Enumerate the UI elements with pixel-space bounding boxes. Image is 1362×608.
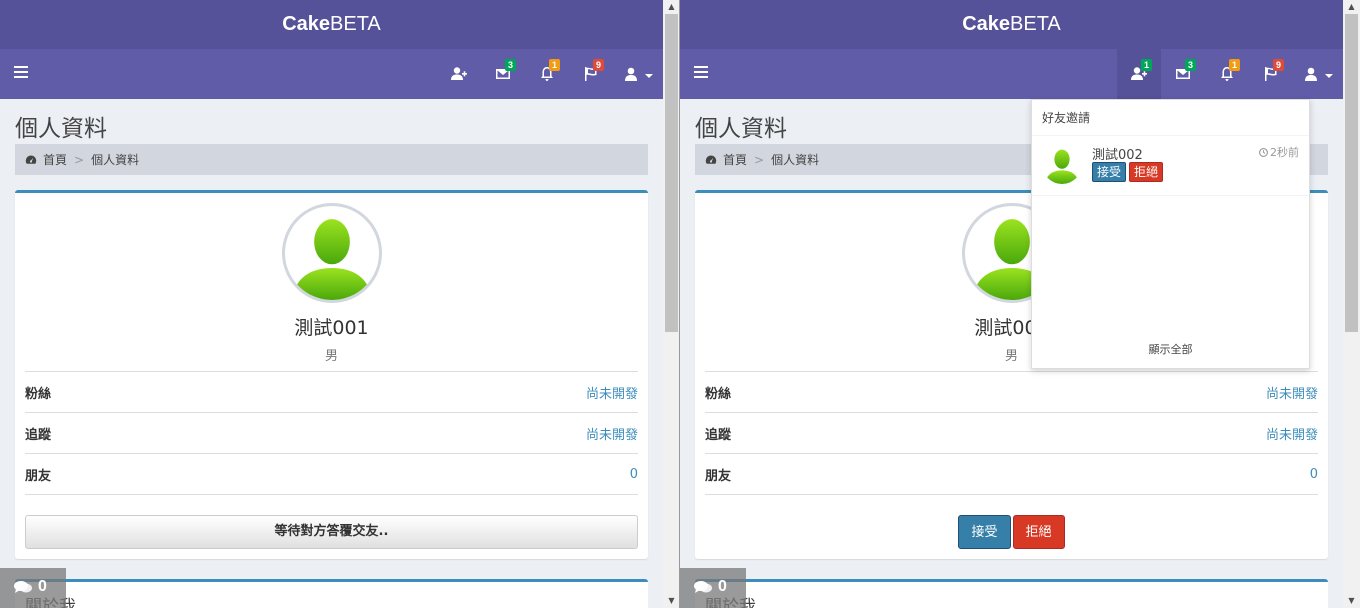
- about-title: 關於我: [705, 592, 1318, 608]
- avatar: [281, 203, 382, 303]
- scroll-thumb[interactable]: [665, 14, 678, 332]
- scroll-down-arrow[interactable]: ▼: [663, 594, 680, 608]
- stat-following-value[interactable]: 尚未開發: [586, 424, 638, 443]
- chat-count: 0: [38, 578, 47, 595]
- about-box: 關於我: [15, 579, 648, 608]
- friend-request-item[interactable]: 測試002 2秒前 接受 拒絕: [1032, 136, 1309, 196]
- breadcrumb-current: 個人資料: [91, 153, 140, 167]
- left-scrollbar[interactable]: ▲ ▼: [663, 0, 680, 608]
- stat-friends: 朋友 0: [25, 454, 638, 495]
- user-icon: [1305, 67, 1317, 81]
- notifications-badge: 1: [1229, 59, 1241, 71]
- stat-friends-value[interactable]: 0: [1310, 467, 1318, 482]
- right-pane: CakeBETA 1 3 1 9 個人資料 首頁 > 個人資料 測試001 男 …: [680, 0, 1343, 608]
- comments-icon: [694, 581, 712, 593]
- chat-count: 0: [718, 578, 727, 595]
- scroll-thumb[interactable]: [1345, 14, 1358, 332]
- notifications-button[interactable]: 1: [525, 49, 569, 99]
- request-reject-button[interactable]: 拒絕: [1129, 162, 1164, 182]
- scroll-down-arrow[interactable]: ▼: [1343, 594, 1360, 608]
- friend-requests-button[interactable]: 1: [1117, 49, 1161, 99]
- caret-down-icon: [645, 74, 653, 78]
- friend-requests-button[interactable]: [437, 49, 481, 99]
- notifications-button[interactable]: 1: [1205, 49, 1249, 99]
- dropdown-header: 好友邀請: [1032, 100, 1309, 136]
- navbar: 3 1 9: [0, 49, 663, 99]
- stat-followers: 粉絲 尚未開發: [705, 372, 1318, 413]
- profile-username: 測試001: [294, 317, 369, 339]
- breadcrumb-home[interactable]: 首頁: [25, 151, 67, 168]
- stat-friends-value[interactable]: 0: [630, 467, 638, 482]
- flags-button[interactable]: 9: [1249, 49, 1293, 99]
- stat-following-value[interactable]: 尚未開發: [1266, 424, 1318, 443]
- breadcrumb-current: 個人資料: [771, 153, 820, 167]
- caret-down-icon: [1325, 74, 1333, 78]
- brand-logo[interactable]: CakeBETA: [0, 0, 663, 49]
- navbar: 1 3 1 9: [680, 49, 1343, 99]
- bars-icon[interactable]: [14, 66, 28, 80]
- messages-button[interactable]: 3: [481, 49, 525, 99]
- profile-gender: 男: [324, 349, 338, 364]
- accept-button[interactable]: 接受: [958, 515, 1011, 549]
- left-pane: CakeBETA 3 1 9 個人資料 首頁 > 個人資料 測試001 男 粉絲…: [0, 0, 663, 608]
- stat-followers-value[interactable]: 尚未開發: [1266, 383, 1318, 402]
- stat-following: 追蹤 尚未開發: [705, 413, 1318, 454]
- page-title: 個人資料: [15, 116, 107, 142]
- scroll-up-arrow[interactable]: ▲: [1343, 0, 1360, 14]
- avatar: [1042, 144, 1082, 184]
- dashboard-icon: [705, 155, 717, 164]
- show-all-link[interactable]: 顯示全部: [1032, 332, 1309, 368]
- stat-following: 追蹤 尚未開發: [25, 413, 638, 454]
- request-name: 測試002: [1092, 148, 1143, 163]
- dashboard-icon: [25, 155, 37, 164]
- scroll-up-arrow[interactable]: ▲: [663, 0, 680, 14]
- about-title: 關於我: [25, 592, 638, 608]
- stat-friends: 朋友 0: [705, 454, 1318, 495]
- brand-logo[interactable]: CakeBETA: [680, 0, 1343, 49]
- breadcrumb-home[interactable]: 首頁: [705, 151, 747, 168]
- about-box: 關於我: [695, 579, 1328, 608]
- request-time: 2秒前: [1259, 144, 1299, 160]
- comments-icon: [14, 581, 32, 593]
- request-accept-button[interactable]: 接受: [1092, 162, 1127, 182]
- profile-box: 測試001 男 粉絲 尚未開發 追蹤 尚未開發 朋友 0 等待對方答覆交友..: [15, 190, 648, 559]
- flags-badge: 9: [1273, 59, 1285, 71]
- user-plus-icon: [451, 67, 467, 80]
- flags-badge: 9: [593, 59, 605, 71]
- user-icon: [625, 67, 637, 81]
- stat-followers: 粉絲 尚未開發: [25, 372, 638, 413]
- bars-icon[interactable]: [694, 66, 708, 80]
- flags-button[interactable]: 9: [569, 49, 613, 99]
- right-scrollbar[interactable]: ▲ ▼: [1343, 0, 1360, 608]
- user-menu-button[interactable]: [1293, 49, 1343, 99]
- reject-button[interactable]: 拒絕: [1012, 515, 1065, 549]
- chat-button[interactable]: 0: [680, 568, 746, 608]
- notifications-badge: 1: [549, 59, 561, 71]
- user-menu-button[interactable]: [613, 49, 663, 99]
- messages-badge: 3: [1185, 59, 1197, 71]
- waiting-reply-button[interactable]: 等待對方答覆交友..: [25, 515, 638, 549]
- friend-requests-dropdown: 好友邀請 測試002 2秒前 接受 拒絕 顯示全部: [1031, 99, 1310, 369]
- stat-followers-value[interactable]: 尚未開發: [586, 383, 638, 402]
- messages-badge: 3: [505, 59, 517, 71]
- chat-button[interactable]: 0: [0, 568, 66, 608]
- friend-requests-badge: 1: [1141, 59, 1153, 71]
- clock-icon: [1259, 147, 1268, 157]
- messages-button[interactable]: 3: [1161, 49, 1205, 99]
- breadcrumb: 首頁 > 個人資料: [15, 144, 648, 175]
